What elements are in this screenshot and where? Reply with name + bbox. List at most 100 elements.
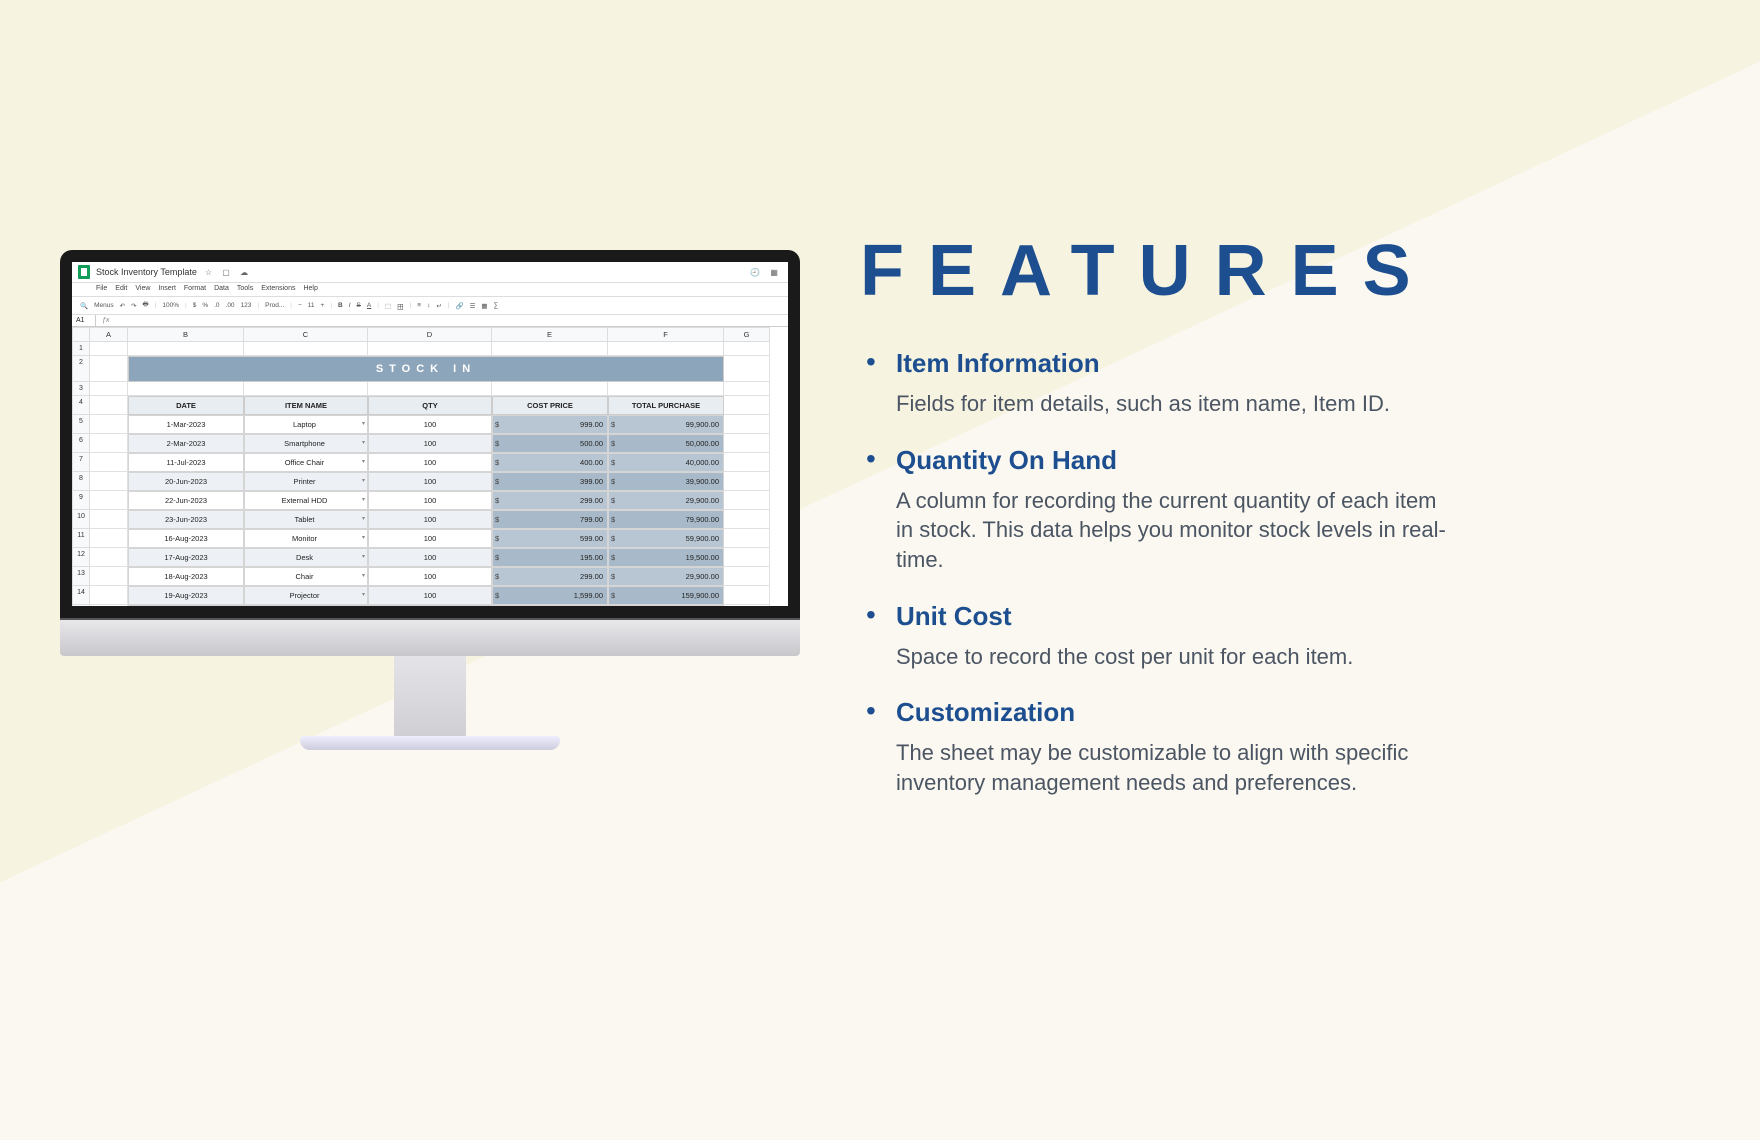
menu-view[interactable]: View (135, 285, 150, 292)
row-14[interactable]: 14 (72, 586, 90, 605)
menu-insert[interactable]: Insert (158, 285, 176, 292)
cell-qty[interactable]: 100 (368, 472, 492, 491)
cell-total[interactable]: $40,000.00 (608, 453, 724, 472)
cell-cost[interactable]: $1,599.00 (492, 586, 608, 605)
col-E[interactable]: E (492, 327, 608, 342)
row-13[interactable]: 13 (72, 567, 90, 586)
row-11[interactable]: 11 (72, 529, 90, 548)
undo-icon[interactable]: ↶ (120, 302, 125, 310)
cell-qty[interactable]: 100 (368, 529, 492, 548)
top-right-icons[interactable]: 🕘 ▦ (750, 268, 782, 277)
row-5[interactable]: 5 (72, 415, 90, 434)
cell-cost[interactable]: $299.00 (492, 491, 608, 510)
search-icon[interactable]: 🔍 (80, 302, 88, 310)
cell-item[interactable]: Desk▾ (244, 548, 368, 567)
cell-item[interactable]: External HDD▾ (244, 491, 368, 510)
cell-total[interactable]: $19,500.00 (608, 548, 724, 567)
cell-total[interactable]: $79,900.00 (608, 510, 724, 529)
menu-tools[interactable]: Tools (237, 285, 253, 292)
font-select[interactable]: Prod... (265, 302, 284, 309)
redo-icon[interactable]: ↷ (131, 302, 136, 310)
cell-date[interactable]: 22-Jun-2023 (128, 491, 244, 510)
cell-date[interactable]: 20-Jun-2023 (128, 472, 244, 491)
cell-total[interactable]: $179,900.00 (608, 605, 724, 606)
cell-item[interactable]: Chair▾ (244, 567, 368, 586)
row-15[interactable]: 15 (72, 605, 90, 606)
cell-cost[interactable]: $999.00 (492, 415, 608, 434)
cell-date[interactable]: 19-Aug-2023 (128, 586, 244, 605)
cell-cost[interactable]: $299.00 (492, 567, 608, 586)
row-3[interactable]: 3 (72, 382, 90, 396)
menu-help[interactable]: Help (303, 285, 317, 292)
cell-total[interactable]: $29,900.00 (608, 567, 724, 586)
cell-item[interactable]: Laptop▾ (244, 415, 368, 434)
cell-item[interactable]: TV▾ (244, 605, 368, 606)
toolbar-search[interactable]: Menus (94, 302, 114, 309)
cell-qty[interactable]: 100 (368, 586, 492, 605)
title-actions[interactable]: ☆ ▢ ☁ (205, 268, 252, 277)
cell-date[interactable]: 1-Mar-2023 (128, 415, 244, 434)
row-7[interactable]: 7 (72, 453, 90, 472)
header-total-purchase[interactable]: TOTAL PURCHASE (608, 396, 724, 415)
spreadsheet-grid[interactable]: ABCDEFG12STOCK IN34DATEITEM NAMEQTYCOST … (72, 327, 788, 606)
cell-date[interactable]: 16-Aug-2023 (128, 529, 244, 548)
cell-item[interactable]: Printer▾ (244, 472, 368, 491)
cell-qty[interactable]: 100 (368, 567, 492, 586)
menu-file[interactable]: File (96, 285, 107, 292)
cell-qty[interactable]: 100 (368, 453, 492, 472)
menu-edit[interactable]: Edit (115, 285, 127, 292)
cell-cost[interactable]: $399.00 (492, 472, 608, 491)
cell-item[interactable]: Smartphone▾ (244, 434, 368, 453)
print-icon[interactable]: 🖶 (143, 300, 149, 311)
cell-cost[interactable]: $599.00 (492, 529, 608, 548)
col-F[interactable]: F (608, 327, 724, 342)
cell-cost[interactable]: $500.00 (492, 434, 608, 453)
cell-cost[interactable]: $195.00 (492, 548, 608, 567)
cell-item[interactable]: Monitor▾ (244, 529, 368, 548)
col-D[interactable]: D (368, 327, 492, 342)
menu-data[interactable]: Data (214, 285, 229, 292)
col-B[interactable]: B (128, 327, 244, 342)
row-2[interactable]: 2 (72, 356, 90, 382)
header-cost-price[interactable]: COST PRICE (492, 396, 608, 415)
name-box[interactable]: A1 (72, 315, 96, 326)
cell-cost[interactable]: $1,799.00 (492, 605, 608, 606)
col-C[interactable]: C (244, 327, 368, 342)
cell-qty[interactable]: 100 (368, 434, 492, 453)
cell-total[interactable]: $39,900.00 (608, 472, 724, 491)
doc-title[interactable]: Stock Inventory Template (96, 267, 197, 277)
cell-qty[interactable]: 100 (368, 491, 492, 510)
cell-qty[interactable]: 100 (368, 510, 492, 529)
toolbar[interactable]: 🔍 Menus ↶ ↷ 🖶 | 100% | $%.0.00123 | Prod… (72, 297, 788, 315)
row-1[interactable]: 1 (72, 342, 90, 356)
row-6[interactable]: 6 (72, 434, 90, 453)
zoom-select[interactable]: 100% (162, 302, 179, 309)
cell-total[interactable]: $59,900.00 (608, 529, 724, 548)
cell-date[interactable]: 11-Jul-2023 (128, 453, 244, 472)
cell-date[interactable]: 18-Aug-2023 (128, 567, 244, 586)
cell-date[interactable]: 2-Mar-2023 (128, 434, 244, 453)
col-G[interactable]: G (724, 327, 770, 342)
header-qty[interactable]: QTY (368, 396, 492, 415)
row-8[interactable]: 8 (72, 472, 90, 491)
col-A[interactable]: A (90, 327, 128, 342)
row-9[interactable]: 9 (72, 491, 90, 510)
font-size[interactable]: 11 (308, 302, 315, 309)
cell-date[interactable]: 23-Jun-2023 (128, 510, 244, 529)
cell-total[interactable]: $99,900.00 (608, 415, 724, 434)
header-date[interactable]: DATE (128, 396, 244, 415)
cell-qty[interactable]: 100 (368, 605, 492, 606)
row-4[interactable]: 4 (72, 396, 90, 415)
cell-total[interactable]: $50,000.00 (608, 434, 724, 453)
cell-qty[interactable]: 100 (368, 415, 492, 434)
cell-cost[interactable]: $799.00 (492, 510, 608, 529)
row-12[interactable]: 12 (72, 548, 90, 567)
cell-date[interactable]: 20-Aug-2023 (128, 605, 244, 606)
cell-qty[interactable]: 100 (368, 548, 492, 567)
menu-format[interactable]: Format (184, 285, 206, 292)
header-item-name[interactable]: ITEM NAME (244, 396, 368, 415)
grid-corner[interactable] (72, 327, 90, 342)
cell-total[interactable]: $29,900.00 (608, 491, 724, 510)
row-10[interactable]: 10 (72, 510, 90, 529)
cell-item[interactable]: Tablet▾ (244, 510, 368, 529)
